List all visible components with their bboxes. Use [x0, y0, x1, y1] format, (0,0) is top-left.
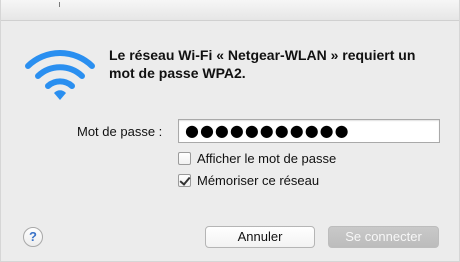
- show-password-label: Afficher le mot de passe: [197, 150, 337, 166]
- remember-network-label: Mémoriser ce réseau: [197, 172, 320, 188]
- remember-network-option[interactable]: Mémoriser ce réseau: [178, 171, 319, 189]
- cancel-button[interactable]: Annuler: [205, 226, 315, 248]
- help-button[interactable]: ?: [23, 227, 43, 247]
- show-password-checkbox[interactable]: [178, 151, 191, 165]
- wifi-password-dialog: Le réseau Wi-Fi « Netgear-WLAN » requier…: [0, 0, 460, 262]
- connect-button[interactable]: Se connecter: [328, 226, 439, 248]
- window-titlebar[interactable]: [1, 0, 459, 21]
- dialog-message: Le réseau Wi-Fi « Netgear-WLAN » requier…: [109, 47, 416, 81]
- remember-network-checkbox[interactable]: [178, 173, 191, 187]
- wifi-icon: [25, 50, 95, 100]
- titlebar-mark: [59, 2, 60, 7]
- password-label: Mot de passe :: [77, 124, 163, 139]
- show-password-option[interactable]: Afficher le mot de passe: [178, 149, 336, 167]
- password-field[interactable]: ●●●●●●●●●●●: [178, 119, 440, 143]
